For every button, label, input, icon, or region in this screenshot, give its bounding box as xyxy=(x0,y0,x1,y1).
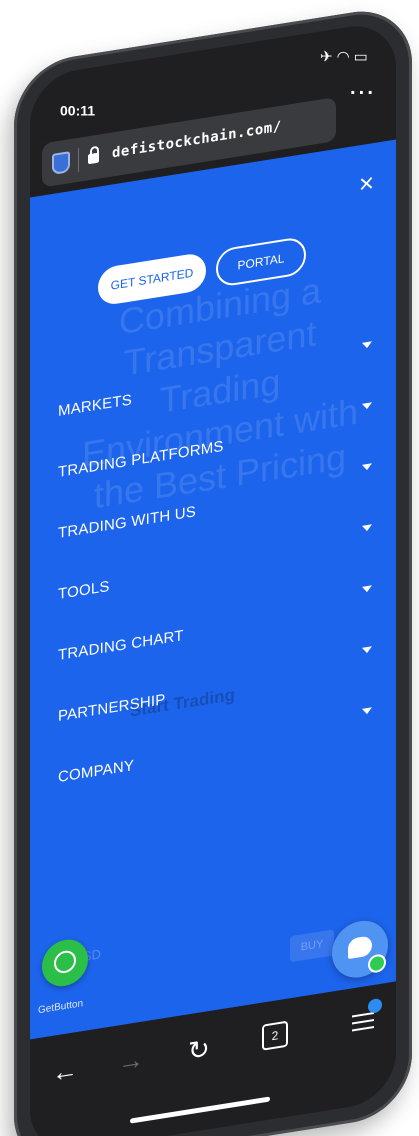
menu-item-label: TRADING PLATFORMS xyxy=(58,437,224,482)
close-menu-button[interactable]: × xyxy=(359,167,374,199)
whatsapp-icon[interactable] xyxy=(42,936,88,990)
hamburger-menu-icon[interactable] xyxy=(352,997,382,1036)
caret-down-icon[interactable] xyxy=(362,585,372,593)
chat-bubble-button[interactable] xyxy=(332,916,388,982)
battery-icon: ▭ xyxy=(353,48,372,66)
back-arrow-icon[interactable]: ← xyxy=(52,1054,78,1089)
menu-item-label: TRADING CHART xyxy=(58,627,184,665)
status-icons: ✈◠▭ xyxy=(320,47,372,65)
phone-screen: 00:11 ✈◠▭ ··· defistockchain.com/ Combin… xyxy=(30,19,396,1136)
stage: 00:11 ✈◠▭ ··· defistockchain.com/ Combin… xyxy=(0,0,419,1136)
shield-icon[interactable] xyxy=(52,151,70,175)
menu-item-label: COMPANY xyxy=(58,756,135,787)
tab-count-button[interactable]: 2 xyxy=(262,1020,288,1051)
url-divider xyxy=(78,147,79,172)
caret-down-icon[interactable] xyxy=(362,707,372,715)
background-buy: BUY xyxy=(290,929,334,963)
more-menu-button[interactable]: ··· xyxy=(350,83,376,106)
caret-down-icon[interactable] xyxy=(362,524,372,532)
caret-down-icon[interactable] xyxy=(362,341,372,349)
caret-down-icon[interactable] xyxy=(362,646,372,654)
notification-badge xyxy=(368,997,382,1014)
menu-item-label: TOOLS xyxy=(58,577,110,604)
phone-frame: 00:11 ✈◠▭ ··· defistockchain.com/ Combin… xyxy=(14,2,412,1136)
home-indicator[interactable] xyxy=(130,1096,270,1124)
webview: Combining a Transparent Trading Environm… xyxy=(30,139,396,1040)
nav-menu: MARKETS TRADING PLATFORMS TRADING WITH U… xyxy=(54,332,378,810)
getbutton-label: GetButton xyxy=(38,998,84,1017)
status-time: 00:11 xyxy=(60,102,96,119)
forward-arrow-icon[interactable]: → xyxy=(118,1043,144,1078)
lock-icon xyxy=(88,152,99,165)
airplane-icon: ✈ xyxy=(320,48,337,66)
caret-down-icon[interactable] xyxy=(362,463,372,471)
online-status-dot xyxy=(368,953,386,974)
reload-icon[interactable]: ↻ xyxy=(188,1033,210,1067)
caret-down-icon[interactable] xyxy=(362,402,372,410)
url-text[interactable]: defistockchain.com/ xyxy=(112,119,282,162)
menu-item-label: TRADING WITH US xyxy=(58,503,196,543)
wifi-icon: ◠ xyxy=(336,48,354,66)
menu-item-label: PARTNERSHIP xyxy=(58,691,166,726)
menu-item-label: MARKETS xyxy=(58,391,132,421)
